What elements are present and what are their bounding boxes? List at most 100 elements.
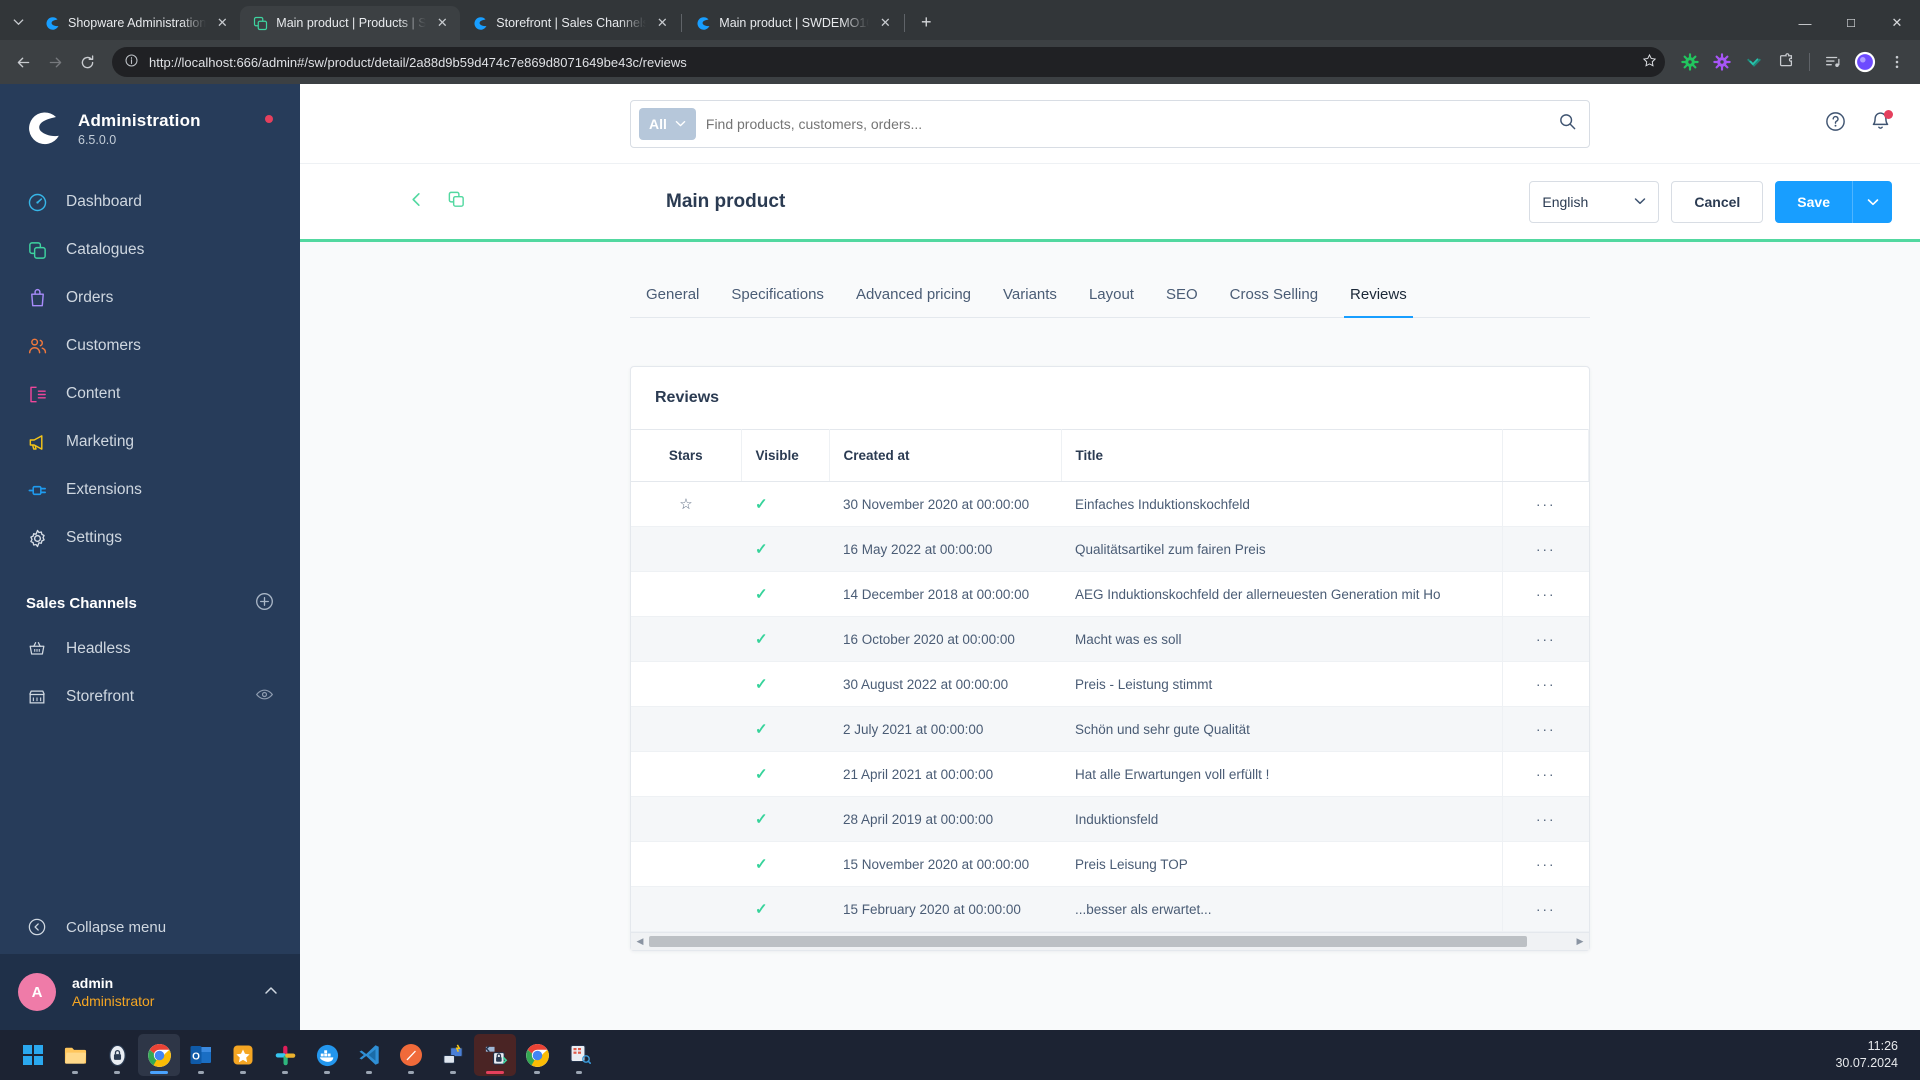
extension-check-icon[interactable] — [1739, 47, 1769, 77]
cancel-button[interactable]: Cancel — [1671, 180, 1764, 223]
sidebar-item-content[interactable]: Content — [0, 370, 300, 418]
save-button[interactable]: Save — [1775, 180, 1852, 223]
table-row[interactable]: ✓ 14 December 2018 at 00:00:00 AEG Induk… — [631, 571, 1589, 617]
reload-icon[interactable] — [72, 47, 102, 77]
media-list-icon[interactable] — [1818, 47, 1848, 77]
row-actions-button[interactable]: ··· — [1502, 841, 1589, 887]
new-tab-button[interactable]: + — [912, 9, 940, 37]
tab-cross-selling[interactable]: Cross Selling — [1214, 276, 1334, 317]
network-tool-icon[interactable] — [432, 1034, 474, 1076]
close-icon[interactable]: ✕ — [654, 15, 670, 31]
docker-icon[interactable] — [306, 1034, 348, 1076]
column-header-stars[interactable]: Stars — [631, 429, 742, 482]
close-icon[interactable]: ✕ — [214, 15, 230, 31]
scroll-left-button[interactable]: ◀ — [635, 936, 645, 947]
browser-tab-1[interactable]: Main product | Products | Shopware ✕ — [240, 6, 461, 40]
sidebar-item-customers[interactable]: Customers — [0, 322, 300, 370]
tab-advanced-pricing[interactable]: Advanced pricing — [840, 276, 987, 317]
column-header-title[interactable]: Title — [1061, 429, 1503, 482]
row-actions-button[interactable]: ··· — [1502, 571, 1589, 617]
language-select[interactable]: English — [1529, 180, 1660, 223]
outlook-icon[interactable]: O — [180, 1034, 222, 1076]
slack-icon[interactable] — [264, 1034, 306, 1076]
copy-icon[interactable] — [447, 190, 466, 214]
sidebar-item-settings[interactable]: Settings — [0, 514, 300, 562]
row-actions-button[interactable]: ··· — [1502, 481, 1589, 527]
table-row[interactable]: ✓ 2 July 2021 at 00:00:00 Schön und sehr… — [631, 706, 1589, 752]
table-row[interactable]: ✓ 15 February 2020 at 00:00:00 ...besser… — [631, 886, 1589, 932]
save-dropdown-button[interactable] — [1852, 180, 1892, 223]
profile-avatar-icon[interactable] — [1850, 47, 1880, 77]
address-bar[interactable]: http://localhost:666/admin#/sw/product/d… — [112, 47, 1665, 77]
search-input[interactable] — [705, 115, 1548, 132]
row-actions-button[interactable]: ··· — [1502, 661, 1589, 707]
row-actions-button[interactable]: ··· — [1502, 886, 1589, 932]
chevron-up-icon[interactable] — [264, 984, 278, 1001]
vscode-icon[interactable] — [348, 1034, 390, 1076]
star-icon[interactable]: ☆ — [679, 496, 692, 513]
close-icon[interactable]: ✕ — [877, 15, 893, 31]
horizontal-scrollbar[interactable]: ◀ ▶ — [631, 932, 1589, 950]
tab-reviews[interactable]: Reviews — [1334, 276, 1423, 318]
chrome-icon[interactable] — [138, 1034, 180, 1076]
table-row[interactable]: ✓ 16 October 2020 at 00:00:00 Macht was … — [631, 616, 1589, 662]
row-actions-button[interactable]: ··· — [1502, 796, 1589, 842]
browser-tab-3[interactable]: Main product | SWDEMO10001 ✕ — [683, 6, 903, 40]
global-search[interactable]: All — [630, 99, 1590, 148]
bell-icon[interactable] — [1869, 109, 1893, 138]
sidebar-item-marketing[interactable]: Marketing — [0, 418, 300, 466]
magnifier-icon[interactable] — [1558, 112, 1577, 136]
chrome-icon-2[interactable] — [516, 1034, 558, 1076]
sidebar-item-dashboard[interactable]: Dashboard — [0, 178, 300, 226]
sidebar-item-headless[interactable]: Headless — [0, 625, 300, 673]
site-info-icon[interactable] — [124, 53, 139, 71]
table-row[interactable]: ✓ 15 November 2020 at 00:00:00 Preis Lei… — [631, 841, 1589, 887]
star-app-icon[interactable] — [222, 1034, 264, 1076]
bookmark-star-icon[interactable] — [1642, 53, 1657, 71]
sidebar-item-catalogues[interactable]: Catalogues — [0, 226, 300, 274]
brand-block[interactable]: Administration 6.5.0.0 — [0, 84, 300, 178]
row-actions-button[interactable]: ··· — [1502, 706, 1589, 752]
table-row[interactable]: ✓ 30 August 2022 at 00:00:00 Preis - Lei… — [631, 661, 1589, 707]
file-explorer-icon[interactable] — [54, 1034, 96, 1076]
table-row[interactable]: ✓ 21 April 2021 at 00:00:00 Hat alle Erw… — [631, 751, 1589, 797]
question-circle-icon[interactable] — [1824, 110, 1847, 138]
back-icon[interactable] — [8, 47, 38, 77]
windows-start-icon[interactable] — [12, 1034, 54, 1076]
browser-tab-2[interactable]: Storefront | Sales Channels | Shopware ✕ — [460, 6, 680, 40]
table-row[interactable]: ✓ 28 April 2019 at 00:00:00 Induktionsfe… — [631, 796, 1589, 842]
row-actions-button[interactable]: ··· — [1502, 751, 1589, 797]
column-header-visible[interactable]: Visible — [741, 429, 830, 482]
scroll-right-button[interactable]: ▶ — [1575, 936, 1585, 947]
secure-transfer-icon[interactable] — [474, 1034, 516, 1076]
db-tool-icon[interactable] — [558, 1034, 600, 1076]
eye-icon[interactable] — [255, 685, 274, 709]
tab-seo[interactable]: SEO — [1150, 276, 1214, 317]
sidebar-item-extensions[interactable]: Extensions — [0, 466, 300, 514]
tab-variants[interactable]: Variants — [987, 276, 1073, 317]
close-icon[interactable]: ✕ — [434, 15, 450, 31]
maximize-window-button[interactable]: ☐ — [1828, 6, 1874, 40]
table-row[interactable]: ☆ ✓ 30 November 2020 at 00:00:00 Einfach… — [631, 481, 1589, 527]
tab-search-button[interactable] — [4, 2, 32, 40]
scrollbar-thumb[interactable] — [649, 936, 1527, 947]
password-manager-icon[interactable] — [96, 1034, 138, 1076]
extension-green-icon[interactable] — [1675, 47, 1705, 77]
chevron-left-icon[interactable] — [408, 191, 425, 213]
row-actions-button[interactable]: ··· — [1502, 616, 1589, 662]
plus-circle-icon[interactable] — [255, 592, 274, 615]
table-row[interactable]: ✓ 16 May 2022 at 00:00:00 Qualitätsartik… — [631, 526, 1589, 572]
sidebar-item-storefront[interactable]: Storefront — [0, 673, 300, 721]
minimize-window-button[interactable]: — — [1782, 6, 1828, 40]
row-actions-button[interactable]: ··· — [1502, 526, 1589, 572]
postman-icon[interactable] — [390, 1034, 432, 1076]
close-window-button[interactable]: ✕ — [1874, 6, 1920, 40]
tab-specifications[interactable]: Specifications — [715, 276, 840, 317]
user-menu[interactable]: A admin Administrator — [0, 954, 300, 1030]
extension-purple-icon[interactable] — [1707, 47, 1737, 77]
taskbar-clock[interactable]: 11:26 30.07.2024 — [1835, 1038, 1898, 1072]
chrome-menu-icon[interactable] — [1882, 47, 1912, 77]
browser-tab-0[interactable]: Shopware Administration ✕ — [32, 6, 240, 40]
tab-layout[interactable]: Layout — [1073, 276, 1150, 317]
collapse-menu-button[interactable]: Collapse menu — [0, 900, 300, 954]
